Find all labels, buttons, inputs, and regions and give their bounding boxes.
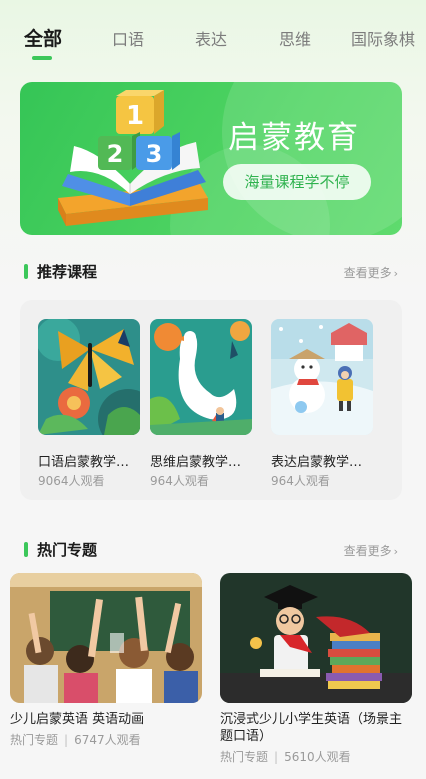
topic-meta: 热门专题 | 5610人观看 [220, 748, 412, 765]
banner-title: 启蒙教育 [228, 120, 360, 156]
topic-thumbnail [220, 573, 412, 703]
topic-title: 少儿启蒙英语 英语动画 [10, 712, 145, 727]
block-number-1: 1 [126, 101, 144, 131]
topic-item-immersive-english[interactable]: 沉浸式少儿小学生英语（场景主题口语） 热门专题 | 5610人观看 [220, 573, 412, 765]
tab-chess[interactable]: 国际象棋 [351, 26, 415, 50]
course-thumbnail [150, 319, 252, 435]
section-accent-bar [24, 542, 28, 557]
topic-meta: 热门专题 | 6747人观看 [10, 731, 202, 748]
course-title: 口语启蒙教学… [38, 455, 130, 470]
tab-expression[interactable]: 表达 [195, 26, 227, 50]
course-item-expression[interactable]: 表达启蒙教学… 964人观看 [271, 319, 375, 489]
hot-topics-more-link[interactable]: 查看更多 › [344, 542, 398, 559]
course-title: 表达启蒙教学… [271, 455, 363, 470]
chevron-right-icon: › [393, 267, 398, 280]
banner-cta-button[interactable]: 海量课程学不停 [223, 164, 371, 200]
topic-views: 6747人观看 [74, 733, 141, 747]
course-thumbnail [271, 319, 373, 435]
topic-title: 沉浸式少儿小学生英语（场景主题口语） [220, 712, 403, 744]
block-number-2: 2 [107, 140, 124, 168]
recommended-header: 推荐课程 查看更多 › [24, 261, 402, 283]
course-views: 9064人观看 [38, 474, 105, 488]
course-views: 964人观看 [271, 474, 330, 488]
tab-all[interactable]: 全部 [24, 24, 62, 51]
block-number-3: 3 [146, 140, 163, 168]
books-blocks-illustration: 1 2 3 [58, 90, 208, 226]
hot-topics-header: 热门专题 查看更多 › [24, 539, 402, 561]
promo-banner[interactable]: 1 2 3 启蒙教育 海量课程学不停 [20, 82, 402, 235]
recommended-card: 口语启蒙教学… 9064人观看 思维启蒙教学… 964人观看 表达启蒙教学… 9… [20, 300, 402, 500]
recommended-title: 推荐课程 [37, 263, 98, 281]
topic-item-english-animation[interactable]: 少儿启蒙英语 英语动画 热门专题 | 6747人观看 [10, 573, 202, 748]
chevron-right-icon: › [393, 545, 398, 558]
meta-divider: | [274, 750, 279, 764]
course-views: 964人观看 [150, 474, 209, 488]
course-title: 思维启蒙教学… [150, 455, 242, 470]
meta-divider: | [64, 733, 69, 747]
tab-speaking[interactable]: 口语 [112, 26, 144, 50]
topic-tag: 热门专题 [220, 750, 269, 764]
hot-topics-title: 热门专题 [37, 541, 98, 559]
section-accent-bar [24, 264, 28, 279]
tab-thinking[interactable]: 思维 [279, 26, 311, 50]
category-tabs: 全部 口语 表达 思维 国际象棋 [0, 22, 426, 62]
topic-tag: 热门专题 [10, 733, 59, 747]
topic-views: 5610人观看 [284, 750, 351, 764]
number-blocks: 1 2 3 [98, 90, 180, 170]
course-thumbnail [38, 319, 140, 435]
topic-thumbnail [10, 573, 202, 703]
course-item-thinking[interactable]: 思维启蒙教学… 964人观看 [150, 319, 254, 489]
recommended-more-link[interactable]: 查看更多 › [344, 264, 398, 281]
course-item-speaking[interactable]: 口语启蒙教学… 9064人观看 [38, 319, 142, 489]
active-tab-indicator [32, 56, 52, 60]
